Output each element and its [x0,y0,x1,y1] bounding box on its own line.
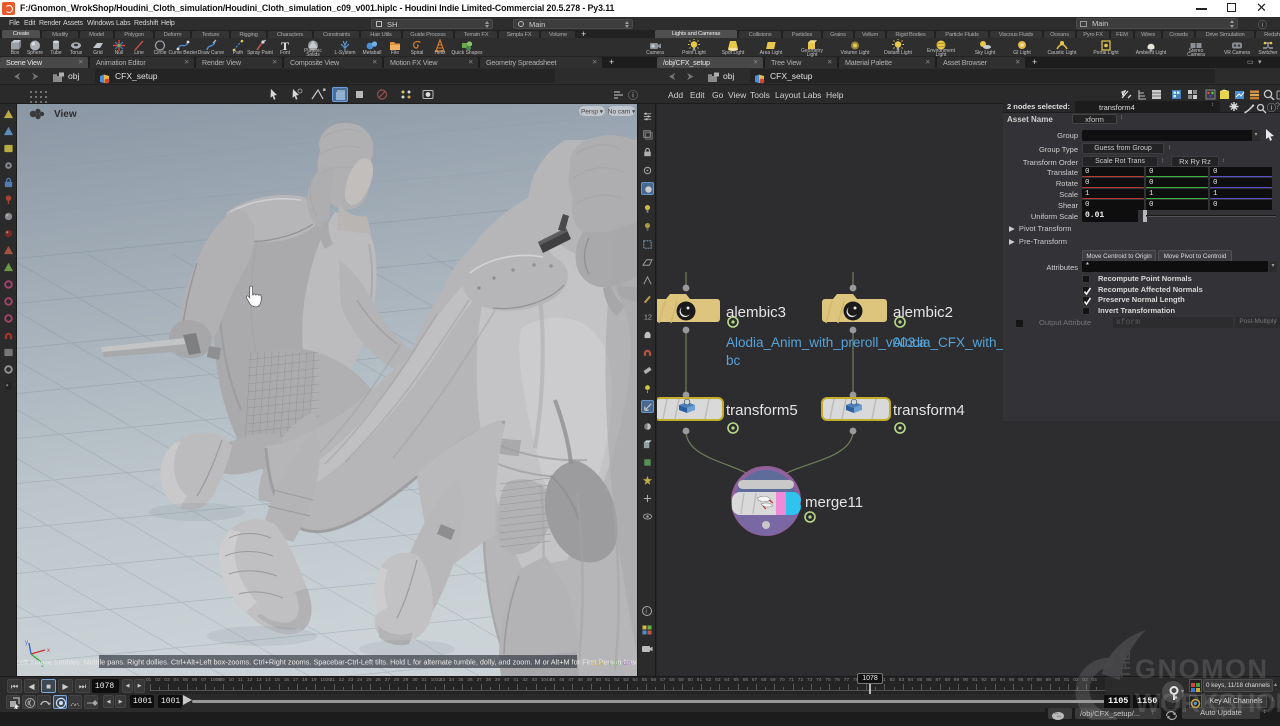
svg-text:x: x [47,648,50,654]
svg-text:Persp ▾: Persp ▾ [581,109,604,116]
svg-text:i: i [645,609,647,616]
svg-text:alembic3: alembic3 [726,304,786,321]
svg-text:12: 12 [643,312,651,321]
svg-text:transform5: transform5 [726,402,798,419]
svg-text:alembic2: alembic2 [893,304,953,321]
svg-text:cm: cm [623,660,632,667]
svg-text:transform4: transform4 [893,402,965,419]
svg-text:y: y [25,640,28,646]
svg-text:merge11: merge11 [805,494,863,511]
svg-text:Alodia_CFX_with_p: Alodia_CFX_with_p [893,335,1012,350]
svg-text:bc: bc [726,353,741,368]
svg-text:Left mouse tumbles. Middle pan: Left mouse tumbles. Middle pans. Right d… [17,658,637,667]
svg-text:L B: L B [609,660,619,667]
svg-text:View: View [54,109,77,120]
svg-text:No cam ▾: No cam ▾ [608,109,636,116]
svg-text:x dx: x dx [592,660,605,667]
